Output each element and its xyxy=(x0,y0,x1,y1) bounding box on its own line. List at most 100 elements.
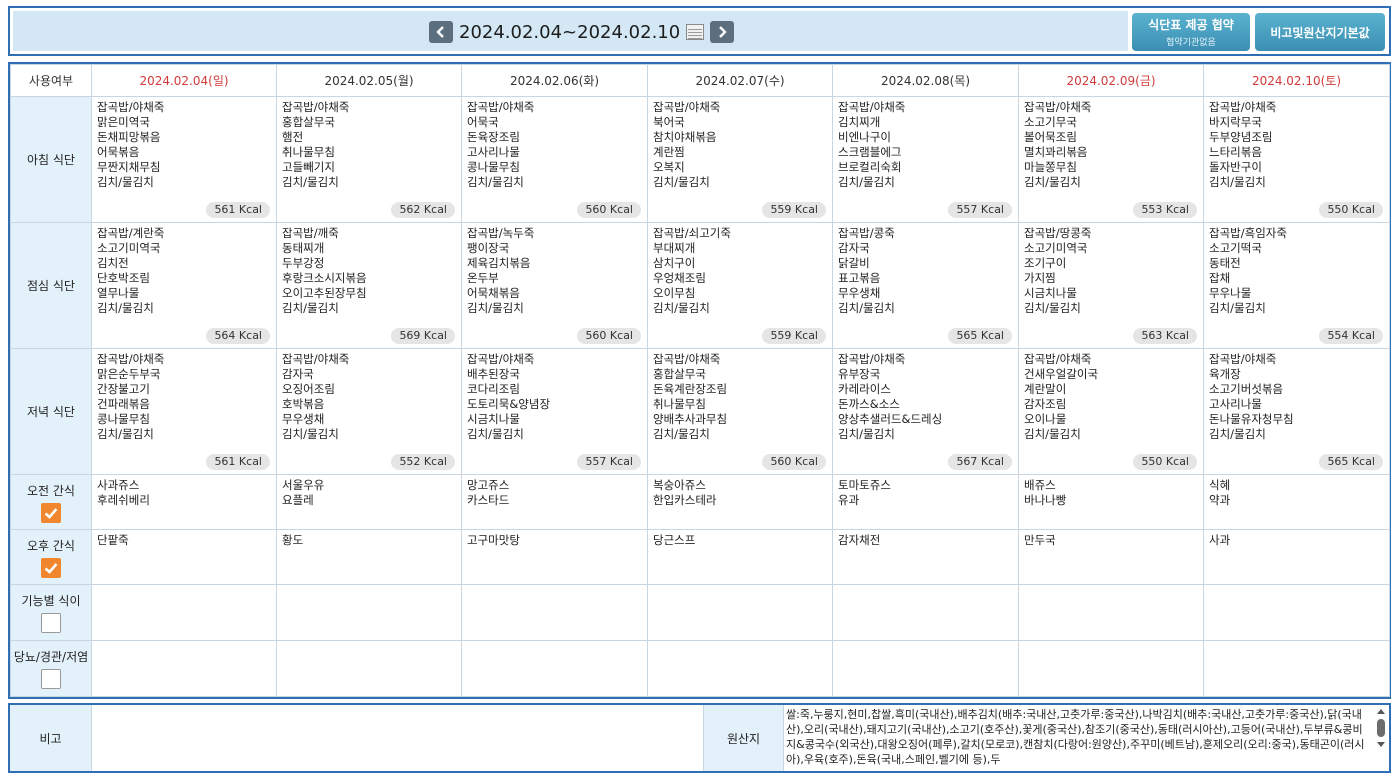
menu-cell[interactable] xyxy=(276,639,462,698)
menu-item: 요플레 xyxy=(282,492,314,507)
menu-item: 유과 xyxy=(838,492,860,507)
menu-cell[interactable]: 잡곡밥/야채죽 바지락무국 두부양념조림 느타리볶음 돌자반구이 김치/물김치 550 Kc… xyxy=(1203,96,1390,223)
menu-cell[interactable] xyxy=(461,584,648,641)
menu-cell[interactable]: 잡곡밥/야채죽 육개장 소고기버섯볶음 고사리나물 돈나물유자청무침 김치/물김치 565 … xyxy=(1203,348,1390,475)
menu-cell[interactable]: 사과 xyxy=(1203,529,1390,586)
menu-item: 양배추사과무침 xyxy=(653,412,728,427)
date-range-control: 2024.02.04~2024.02.10 xyxy=(429,19,735,45)
menu-cell[interactable]: 잡곡밥/콩죽 감자국 닭갈비 표고볶음 무우생채 김치/물김치 565 Kcal xyxy=(832,221,1019,350)
origin-text[interactable]: 쌀:죽,누룽지,현미,찹쌀,흑미(국내산),배추김치(배추:국내산,고춧가루:중… xyxy=(786,707,1372,769)
menu-item: 오복지 xyxy=(653,160,685,175)
day-header: 2024.02.06(화) xyxy=(461,63,648,98)
menu-cell[interactable]: 잡곡밥/쇠고기죽 부대찌개 삼치구이 우엉채조림 오이무침 김치/물김치 559 Kcal xyxy=(647,221,833,350)
row-label-breakfast: 아침 식단 xyxy=(10,96,92,223)
menu-cell[interactable]: 식혜 약과 xyxy=(1203,473,1390,531)
scroll-thumb[interactable] xyxy=(1377,719,1385,737)
menu-cell[interactable] xyxy=(91,639,277,698)
menu-cell[interactable]: 토마토쥬스 유과 xyxy=(832,473,1019,531)
menu-cell[interactable]: 잡곡밥/야채죽 소고기무국 볼어묵조림 멸치꽈리볶음 마늘쫑무침 김치/물김치 553 Kc… xyxy=(1018,96,1204,223)
menu-cell[interactable] xyxy=(1203,584,1390,641)
menu-cell[interactable] xyxy=(1018,639,1204,698)
menu-item: 시금치나물 xyxy=(467,412,520,427)
calorie-badge: 564 Kcal xyxy=(206,328,270,345)
menu-cell[interactable]: 고구마맛탕 xyxy=(461,529,648,586)
menu-cell[interactable] xyxy=(91,584,277,641)
usage-checkbox[interactable] xyxy=(41,668,61,689)
menu-item: 잡곡밥/야채죽 xyxy=(1209,352,1277,367)
menu-item: 돈채피망볶음 xyxy=(97,130,161,145)
menu-item: 어묵국 xyxy=(467,115,499,130)
menu-item: 김치전 xyxy=(97,255,129,270)
menu-cell[interactable]: 망고쥬스 카스타드 xyxy=(461,473,648,531)
chevron-right-icon[interactable] xyxy=(710,21,735,43)
menu-item: 취나물무침 xyxy=(282,145,335,160)
usage-checkbox[interactable] xyxy=(41,613,61,634)
menu-cell[interactable] xyxy=(276,584,462,641)
menu-cell[interactable]: 잡곡밥/야채죽 홍합살무국 햄전 취나물무침 고들빼기지 김치/물김치 562 Kcal xyxy=(276,96,462,223)
meal-agreement-button[interactable]: 식단표 제공 협약 협약기관없음 xyxy=(1132,13,1250,51)
menu-item: 잡곡밥/흑임자죽 xyxy=(1209,225,1287,240)
calendar-icon[interactable] xyxy=(686,24,705,40)
menu-item: 고사리나물 xyxy=(1209,397,1262,412)
menu-item: 만두국 xyxy=(1024,533,1056,548)
scroll-down-icon[interactable] xyxy=(1377,742,1385,747)
usage-checkbox[interactable] xyxy=(41,502,61,523)
menu-cell[interactable] xyxy=(832,639,1019,698)
scroll-up-icon[interactable] xyxy=(1377,709,1385,714)
meal-agreement-label: 식단표 제공 협약 xyxy=(1148,18,1234,32)
menu-item: 계란찜 xyxy=(653,145,685,160)
menu-cell[interactable]: 잡곡밥/야채죽 유부장국 카레라이스 돈까스&소스 양상추샐러드&드레싱 김치/물김치 56… xyxy=(832,348,1019,475)
menu-cell[interactable]: 단팥죽 xyxy=(91,529,277,586)
note-field[interactable] xyxy=(92,705,704,771)
menu-item: 소고기미역국 xyxy=(97,240,161,255)
menu-item: 볼어묵조림 xyxy=(1024,130,1077,145)
menu-cell[interactable]: 배쥬스 바나나빵 xyxy=(1018,473,1204,531)
usage-checkbox[interactable] xyxy=(41,557,61,578)
menu-cell[interactable]: 당근스프 xyxy=(647,529,833,586)
menu-cell[interactable]: 감자채전 xyxy=(832,529,1019,586)
menu-item: 스크램블에그 xyxy=(838,145,902,160)
menu-cell[interactable]: 사과쥬스 후레쉬베리 xyxy=(91,473,277,531)
menu-cell[interactable]: 만두국 xyxy=(1018,529,1204,586)
menu-cell[interactable]: 복숭아쥬스 한입카스테라 xyxy=(647,473,833,531)
menu-cell[interactable] xyxy=(647,584,833,641)
menu-item: 두부양념조림 xyxy=(1209,130,1273,145)
menu-cell[interactable] xyxy=(1018,584,1204,641)
menu-cell[interactable]: 황도 xyxy=(276,529,462,586)
row-label-am-snack: 오전 간식 xyxy=(10,473,92,531)
menu-cell[interactable]: 잡곡밥/야채죽 감자국 오징어조림 호박볶음 무우생채 김치/물김치 552 Kcal xyxy=(276,348,462,475)
menu-cell[interactable] xyxy=(647,639,833,698)
menu-cell[interactable]: 잡곡밥/깨죽 동태찌개 두부강정 후랑크소시지볶음 오이고추된장무침 김치/물김치 569 … xyxy=(276,221,462,350)
menu-cell[interactable]: 잡곡밥/계란죽 소고기미역국 김치전 단호박조림 열무나물 김치/물김치 564 Kcal xyxy=(91,221,277,350)
menu-item: 잡곡밥/야채죽 xyxy=(653,100,721,115)
menu-cell[interactable] xyxy=(832,584,1019,641)
menu-item: 김치/물김치 xyxy=(467,175,524,190)
menu-cell[interactable]: 잡곡밥/야채죽 맑은미역국 돈채피망볶음 어묵볶음 무짠지채무침 김치/물김치 561 Kc… xyxy=(91,96,277,223)
menu-cell[interactable]: 잡곡밥/야채죽 건새우얼갈이국 계란말이 감자조림 오이나물 김치/물김치 550 Kcal xyxy=(1018,348,1204,475)
menu-cell[interactable]: 잡곡밥/흑임자죽 소고기떡국 동태전 잡채 무우나물 김치/물김치 554 Kcal xyxy=(1203,221,1390,350)
menu-cell[interactable]: 잡곡밥/야채죽 배추된장국 코다리조림 도토리묵&양념장 시금치나물 김치/물김치 557 … xyxy=(461,348,648,475)
menu-cell[interactable]: 잡곡밥/야채죽 어묵국 돈육장조림 고사리나물 콩나물무침 김치/물김치 560 Kcal xyxy=(461,96,648,223)
menu-item: 잡곡밥/야채죽 xyxy=(467,352,535,367)
menu-cell[interactable] xyxy=(1203,639,1390,698)
menu-cell[interactable]: 잡곡밥/야채죽 맑은순두부국 간장불고기 건파래볶음 콩나물무침 김치/물김치 561 Kc… xyxy=(91,348,277,475)
menu-item: 콩나물무침 xyxy=(467,160,520,175)
menu-cell[interactable]: 잡곡밥/야채죽 김치찌개 비엔나구이 스크램블에그 브로컬리숙회 김치/물김치 557 Kc… xyxy=(832,96,1019,223)
menu-cell[interactable]: 잡곡밥/야채죽 홍합살무국 돈육계란장조림 취나물무침 양배추사과무침 김치/물김치 560… xyxy=(647,348,833,475)
menu-cell[interactable] xyxy=(461,639,648,698)
origin-default-button[interactable]: 비고및원산지기본값 xyxy=(1255,13,1385,51)
menu-item: 서울우유 xyxy=(282,477,325,492)
menu-item: 계란말이 xyxy=(1024,382,1067,397)
origin-scrollbar[interactable] xyxy=(1375,709,1387,769)
menu-cell[interactable]: 잡곡밥/땅콩죽 소고기미역국 조기구이 가지찜 시금치나물 김치/물김치 563 Kcal xyxy=(1018,221,1204,350)
menu-cell[interactable]: 잡곡밥/녹두죽 팽이장국 제육김치볶음 온두부 어묵채볶음 김치/물김치 560 Kcal xyxy=(461,221,648,350)
menu-item: 맑은미역국 xyxy=(97,115,150,130)
menu-cell[interactable]: 잡곡밥/야채죽 북어국 참치야채볶음 계란찜 오복지 김치/물김치 559 Kcal xyxy=(647,96,833,223)
menu-item: 감자국 xyxy=(838,240,870,255)
chevron-left-icon[interactable] xyxy=(429,21,453,43)
menu-item: 후레쉬베리 xyxy=(97,492,150,507)
meal-agreement-sublabel: 협약기관없음 xyxy=(1166,38,1216,48)
menu-cell[interactable]: 서울우유 요플레 xyxy=(276,473,462,531)
menu-item: 김치/물김치 xyxy=(282,175,339,190)
row-label-text: 오전 간식 xyxy=(27,483,75,498)
